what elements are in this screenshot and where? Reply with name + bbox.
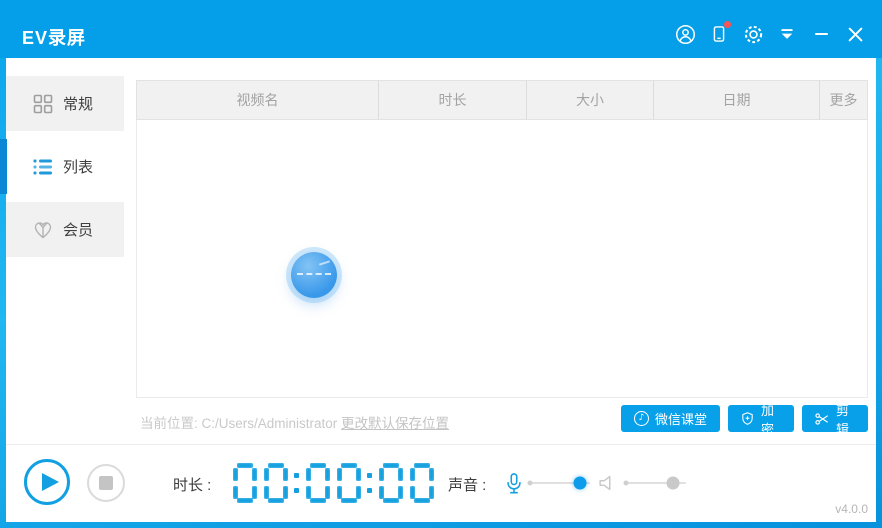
sidebar-item-label: 常规 — [63, 93, 93, 114]
music-note-circle-icon: ♪ — [634, 411, 649, 426]
speaker-volume-slider[interactable] — [626, 482, 686, 484]
app-title: EV录屏 — [22, 24, 86, 50]
sidebar: 常规 列表 — [6, 76, 124, 265]
save-location-label: 当前位置: C:/Users/Administrator — [140, 416, 337, 431]
notification-badge — [724, 21, 731, 28]
sound-label: 声音 : — [448, 474, 486, 495]
mic-volume-thumb[interactable] — [573, 477, 586, 490]
phone-icon[interactable] — [708, 23, 730, 45]
app-window: EV录屏 — [0, 0, 882, 528]
edit-clip-label: 剪辑 — [836, 400, 856, 438]
footer-buttons: ♪ 微信课堂 加密 — [621, 405, 868, 432]
video-list-empty — [136, 120, 868, 398]
encrypt-label: 加密 — [761, 400, 782, 438]
speaker-icon[interactable] — [596, 472, 618, 499]
stop-icon — [99, 476, 113, 490]
content-area: 常规 列表 — [6, 58, 876, 522]
version-text: v4.0.0 — [835, 502, 868, 516]
change-save-location-link[interactable]: 更改默认保存位置 — [341, 416, 449, 431]
scissors-icon — [814, 411, 830, 427]
column-header-date: 日期 — [654, 81, 820, 119]
video-table-header: 视频名 时长 大小 日期 更多 — [136, 80, 868, 120]
wechat-class-button[interactable]: ♪ 微信课堂 — [621, 405, 720, 432]
slider-start-dot — [528, 481, 533, 486]
save-location-text: 当前位置: C:/Users/Administrator 更改默认保存位置 — [140, 412, 449, 432]
edit-clip-button[interactable]: 剪辑 — [802, 405, 868, 432]
wechat-class-label: 微信课堂 — [655, 409, 707, 428]
column-header-more: 更多 — [820, 81, 867, 119]
title-bar: EV录屏 — [0, 0, 882, 58]
encrypt-button[interactable]: 加密 — [728, 405, 794, 432]
titlebar-icons — [674, 23, 866, 45]
sidebar-item-label: 列表 — [63, 156, 93, 177]
play-button[interactable] — [24, 459, 70, 505]
column-header-size: 大小 — [527, 81, 654, 119]
user-icon[interactable] — [674, 23, 696, 45]
slider-start-dot — [624, 481, 629, 486]
sidebar-item-general[interactable]: 常规 — [6, 76, 124, 131]
play-icon — [42, 473, 59, 491]
close-icon[interactable] — [844, 23, 866, 45]
shield-plus-icon — [740, 411, 755, 426]
panel-footer: 当前位置: C:/Users/Administrator 更改默认保存位置 ♪ … — [136, 398, 868, 444]
column-header-video-name: 视频名 — [137, 81, 379, 119]
bottom-bar: 时长 : 声音 : — [6, 444, 876, 522]
collapse-icon[interactable] — [776, 23, 798, 45]
member-heart-icon — [32, 219, 54, 241]
mic-volume-slider[interactable] — [530, 482, 590, 484]
column-header-duration: 时长 — [379, 81, 527, 119]
empty-state-ball-icon — [291, 252, 337, 298]
duration-label: 时长 : — [173, 474, 211, 495]
list-icon — [32, 156, 54, 178]
stop-button[interactable] — [87, 464, 125, 502]
sidebar-item-member[interactable]: 会员 — [6, 202, 124, 257]
speaker-volume-thumb[interactable] — [666, 477, 679, 490]
minimize-icon[interactable] — [810, 23, 832, 45]
duration-display — [233, 463, 434, 503]
sidebar-item-label: 会员 — [63, 219, 93, 240]
sidebar-item-list[interactable]: 列表 — [6, 139, 124, 194]
microphone-icon[interactable] — [503, 471, 525, 502]
settings-icon[interactable] — [742, 23, 764, 45]
grid-icon — [32, 93, 54, 115]
